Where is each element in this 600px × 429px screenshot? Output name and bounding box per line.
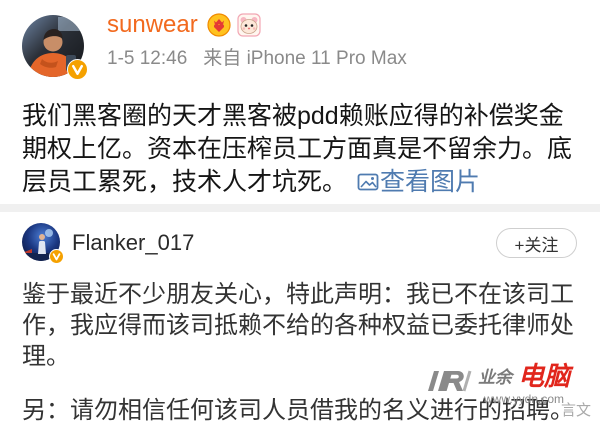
post-text-line-last: 层员工累死，技术人才坑死。 查看图片	[22, 166, 592, 199]
post-source: 来自 iPhone 11 Pro Max	[203, 48, 407, 69]
quoted-author-name[interactable]: Flanker_017	[72, 229, 194, 257]
section-divider	[0, 204, 600, 212]
post-time: 1-5 12:46	[107, 48, 188, 69]
image-icon	[357, 173, 379, 191]
post-text-line: 期权上亿。资本在压榨员工方面真是不留余力。底	[22, 135, 573, 163]
hamster-icon[interactable]	[237, 13, 261, 37]
view-images-label[interactable]: 查看图片	[380, 168, 480, 196]
author-name[interactable]: sunwear	[107, 9, 198, 41]
view-images-link[interactable]: 查看图片	[357, 168, 480, 196]
quoted-text-line: 作，我应得而该司抵赖不给的各种权益已委托律师处	[22, 312, 574, 339]
watermark-logo-icon	[428, 370, 472, 392]
verified-badge-icon	[67, 59, 88, 80]
verified-badge-icon	[49, 249, 64, 264]
vip-heart-icon[interactable]	[207, 13, 231, 37]
quoted-post-body: 鉴于最近不少朋友关心，特此声明：我已不在该司工 作，我应得而该司抵赖不给的各种权…	[22, 279, 592, 372]
watermark-credit: 言文	[561, 402, 592, 419]
post-text-line: 层员工累死，技术人才坑死。	[22, 168, 348, 196]
watermark-brand-right: 电脑	[518, 361, 571, 391]
watermark-brand-left: 业余	[478, 368, 512, 387]
post-meta: 1-5 12:46 来自 iPhone 11 Pro Max	[107, 47, 407, 71]
post-text-line: 我们黑客圈的天才黑客被pdd赖账应得的补偿奖金	[22, 102, 564, 130]
author-row: sunwear	[107, 9, 261, 41]
quoted-text-line: 鉴于最近不少朋友关心，特此声明：我已不在该司工	[22, 281, 574, 308]
watermark-url: www.yydn.com	[484, 392, 565, 406]
post-body: 我们黑客圈的天才黑客被pdd赖账应得的补偿奖金 期权上亿。资本在压榨员工方面真是…	[22, 100, 592, 199]
follow-button[interactable]: +关注	[496, 228, 577, 258]
